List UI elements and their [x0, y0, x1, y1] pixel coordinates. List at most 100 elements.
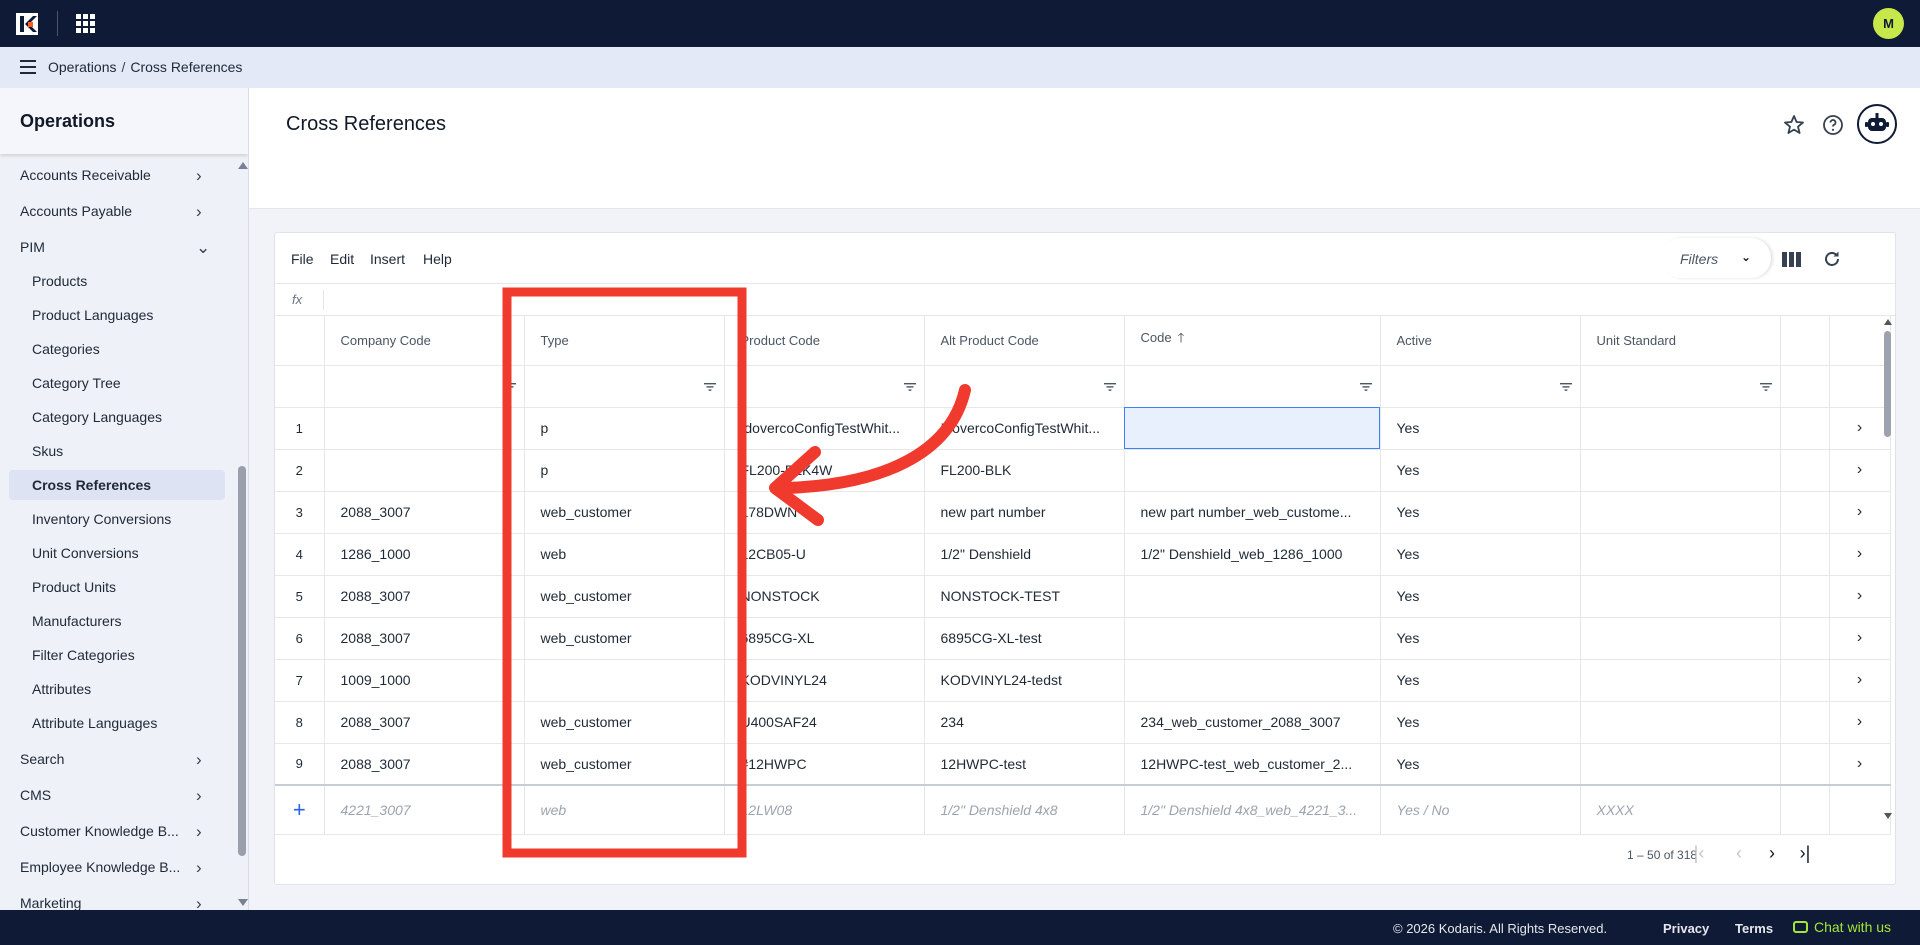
- kodaris-logo[interactable]: [16, 13, 38, 35]
- sidebar-item[interactable]: Products: [0, 266, 226, 296]
- filter-icon[interactable]: [1559, 382, 1572, 391]
- unit-standard-cell[interactable]: [1580, 701, 1781, 744]
- company-code-cell[interactable]: [324, 407, 525, 450]
- sidebar-item[interactable]: Customer Knowledge B... ›: [0, 816, 226, 846]
- filter-icon[interactable]: [703, 382, 716, 391]
- active-cell[interactable]: Yes: [1380, 407, 1581, 450]
- columns-icon[interactable]: [1782, 252, 1801, 267]
- alt-product-code-cell[interactable]: KODVINYL24-tedst: [924, 659, 1125, 702]
- code-cell[interactable]: [1124, 617, 1381, 660]
- chat-with-us-button[interactable]: Chat with us: [1793, 919, 1891, 935]
- column-header-company-code[interactable]: Company Code: [324, 316, 525, 366]
- column-header-type[interactable]: Type: [524, 316, 725, 366]
- code-cell[interactable]: new part number_web_custome...: [1124, 491, 1381, 534]
- sort-ascending-icon[interactable]: 🡑: [1178, 330, 1185, 345]
- sidebar-item[interactable]: Cross References: [9, 470, 225, 500]
- star-icon[interactable]: [1782, 113, 1806, 137]
- menu-icon[interactable]: [20, 60, 36, 74]
- grid-scrollbar[interactable]: [1882, 316, 1894, 825]
- apps-grid-icon[interactable]: [76, 14, 95, 33]
- open-row-chevron-icon[interactable]: ›: [1829, 407, 1891, 450]
- table-row[interactable]: 7 1009_1000 KODVINYL24 KODVINYL24-tedst Yes ›: [275, 659, 1891, 702]
- filter-icon[interactable]: [1103, 382, 1116, 391]
- alt-product-code-cell[interactable]: NONSTOCK-TEST: [924, 575, 1125, 618]
- open-row-chevron-icon[interactable]: ›: [1829, 575, 1891, 618]
- code-cell[interactable]: 1/2" Denshield_web_1286_1000: [1124, 533, 1381, 576]
- assistant-bot-button[interactable]: [1857, 104, 1897, 144]
- product-code-cell[interactable]: 12CB05-U: [724, 533, 925, 576]
- alt-product-code-cell[interactable]: 6895CG-XL-test: [924, 617, 1125, 660]
- row-number[interactable]: 2: [275, 449, 325, 492]
- code-cell[interactable]: 12HWPC-test_web_customer_2...: [1124, 743, 1381, 786]
- scroll-up-arrow-icon[interactable]: [238, 162, 248, 169]
- sidebar-item[interactable]: Product Units: [0, 572, 226, 602]
- unit-standard-cell[interactable]: [1580, 743, 1781, 786]
- sidebar-item[interactable]: CMS ›: [0, 780, 226, 810]
- menu-help[interactable]: Help: [423, 251, 452, 267]
- open-row-chevron-icon[interactable]: ›: [1829, 449, 1891, 492]
- alt-product-code-cell[interactable]: 12HWPC-test: [924, 743, 1125, 786]
- company-code-cell[interactable]: 2088_3007: [324, 491, 525, 534]
- sidebar-item[interactable]: Product Languages: [0, 300, 226, 330]
- sidebar-item[interactable]: Accounts Receivable ›: [0, 160, 226, 190]
- column-filter-cell[interactable]: [1380, 365, 1581, 408]
- row-number[interactable]: 7: [275, 659, 325, 702]
- refresh-icon[interactable]: [1822, 249, 1842, 269]
- open-row-chevron-icon[interactable]: ›: [1829, 701, 1891, 744]
- row-number[interactable]: 1: [275, 407, 325, 450]
- code-cell[interactable]: [1124, 449, 1381, 492]
- company-code-cell[interactable]: [324, 449, 525, 492]
- sidebar-item[interactable]: Category Languages: [0, 402, 226, 432]
- product-code-cell[interactable]: 6895CG-XL: [724, 617, 925, 660]
- column-header-unit-standard[interactable]: Unit Standard: [1580, 316, 1781, 366]
- filter-icon[interactable]: [503, 382, 516, 391]
- sidebar-item[interactable]: Attribute Languages: [0, 708, 226, 738]
- column-header-code[interactable]: Code 🡑: [1124, 316, 1381, 366]
- filter-icon[interactable]: [1359, 382, 1372, 391]
- sidebar-item[interactable]: Category Tree: [0, 368, 226, 398]
- product-code-cell[interactable]: U400SAF24: [724, 701, 925, 744]
- active-cell[interactable]: Yes: [1380, 533, 1581, 576]
- terms-link[interactable]: Terms: [1735, 921, 1773, 936]
- table-row[interactable]: 5 2088_3007 web_customer NONSTOCK NONSTOCK-T…: [275, 575, 1891, 618]
- unit-standard-cell[interactable]: [1580, 659, 1781, 702]
- active-cell[interactable]: Yes: [1380, 659, 1581, 702]
- code-cell[interactable]: 234_web_customer_2088_3007: [1124, 701, 1381, 744]
- table-row[interactable]: 8 2088_3007 web_customer U400SAF24 234 234_we…: [275, 701, 1891, 744]
- row-number[interactable]: 4: [275, 533, 325, 576]
- unit-standard-cell[interactable]: [1580, 533, 1781, 576]
- filters-dropdown[interactable]: Filters ⌄: [1661, 238, 1771, 278]
- table-row[interactable]: 4 1286_1000 web 12CB05-U 1/2" Denshield 1/2" …: [275, 533, 1891, 576]
- column-header-product-code[interactable]: Product Code: [724, 316, 925, 366]
- sidebar-item[interactable]: Manufacturers: [0, 606, 226, 636]
- first-page-icon[interactable]: |‹: [1688, 843, 1710, 865]
- unit-standard-cell[interactable]: [1580, 491, 1781, 534]
- column-filter-cell[interactable]: [1580, 365, 1781, 408]
- table-row[interactable]: 3 2088_3007 web_customer 178DWN new part num…: [275, 491, 1891, 534]
- sidebar-item[interactable]: Skus: [0, 436, 226, 466]
- previous-page-icon[interactable]: ‹: [1728, 843, 1750, 865]
- open-row-chevron-icon[interactable]: ›: [1829, 533, 1891, 576]
- code-cell[interactable]: [1124, 575, 1381, 618]
- active-cell[interactable]: Yes: [1380, 449, 1581, 492]
- menu-edit[interactable]: Edit: [330, 251, 354, 267]
- alt-product-code-cell[interactable]: IdovercoConfigTestWhit...: [924, 407, 1125, 450]
- type-cell[interactable]: web_customer: [524, 617, 725, 660]
- table-row[interactable]: 1 p IdovercoConfigTestWhit... IdovercoConfi…: [275, 407, 1891, 450]
- product-code-cell[interactable]: FL200-BLK4W: [724, 449, 925, 492]
- company-code-cell[interactable]: 2088_3007: [324, 701, 525, 744]
- unit-standard-cell[interactable]: [1580, 407, 1781, 450]
- privacy-link[interactable]: Privacy: [1663, 921, 1709, 936]
- active-cell[interactable]: Yes: [1380, 491, 1581, 534]
- product-code-cell[interactable]: 178DWN: [724, 491, 925, 534]
- alt-product-code-cell[interactable]: new part number: [924, 491, 1125, 534]
- company-code-cell[interactable]: 2088_3007: [324, 575, 525, 618]
- row-number[interactable]: 5: [275, 575, 325, 618]
- code-cell[interactable]: [1124, 659, 1381, 702]
- alt-product-code-cell[interactable]: 234: [924, 701, 1125, 744]
- column-filter-cell[interactable]: [524, 365, 725, 408]
- type-cell[interactable]: web: [524, 533, 725, 576]
- product-code-cell[interactable]: KODVINYL24: [724, 659, 925, 702]
- product-code-cell[interactable]: NONSTOCK: [724, 575, 925, 618]
- product-code-cell[interactable]: IdovercoConfigTestWhit...: [724, 407, 925, 450]
